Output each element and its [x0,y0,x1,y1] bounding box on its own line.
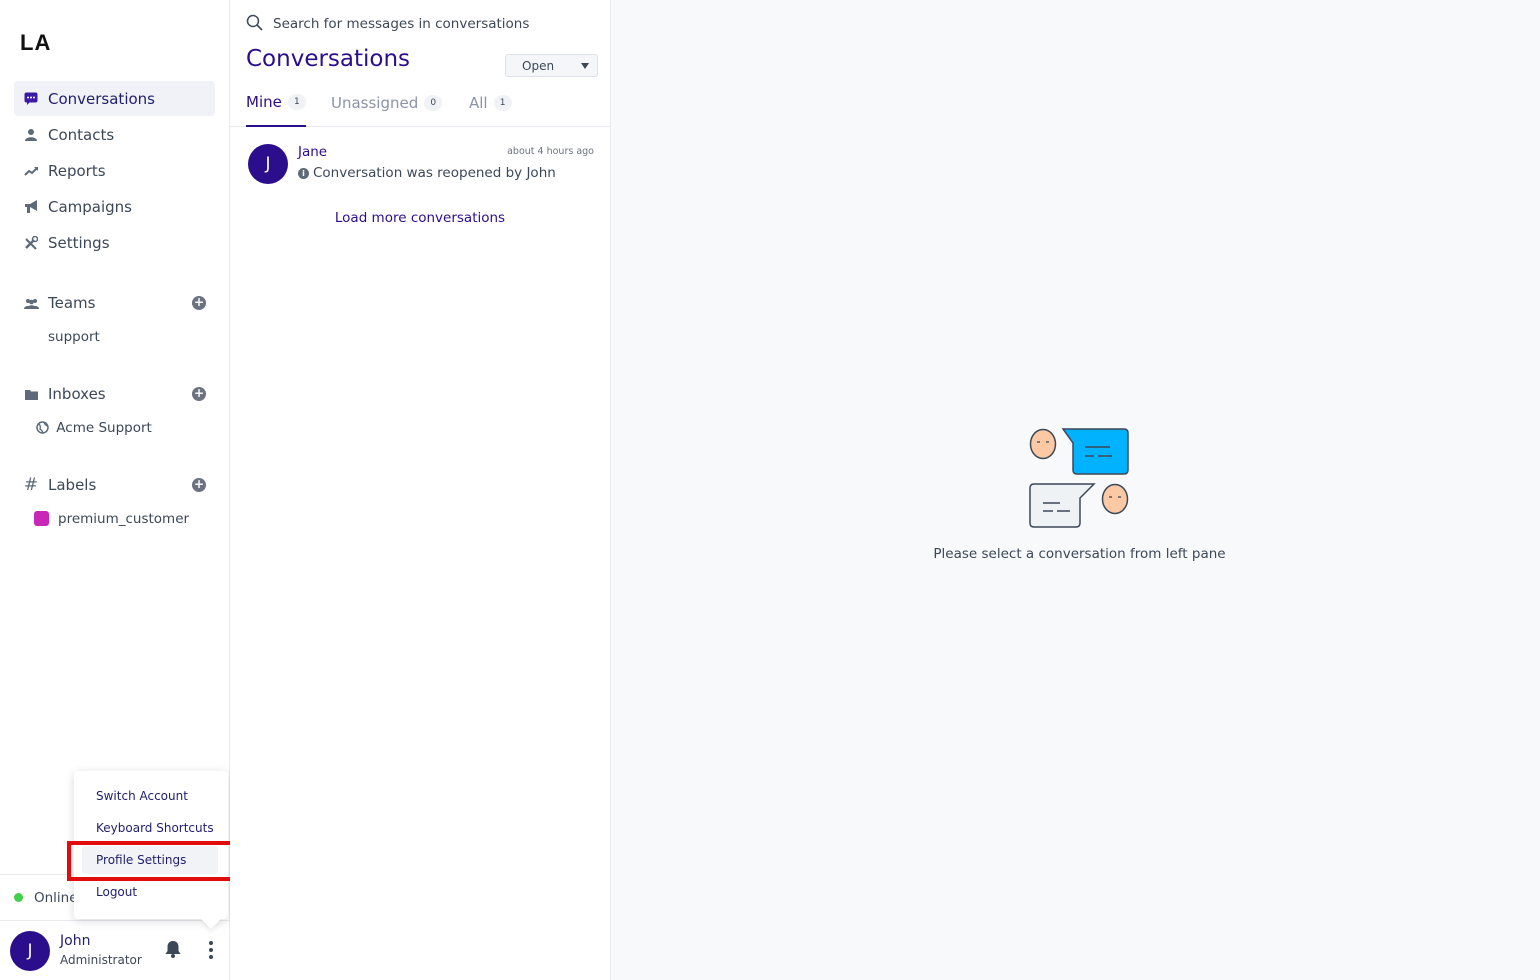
empty-state-message: Please select a conversation from left p… [933,546,1226,562]
tab-all[interactable]: All 1 [469,86,512,127]
person-icon [22,126,40,144]
tab-mine[interactable]: Mine 1 [246,86,306,127]
online-status-dot [14,893,23,902]
avatar[interactable]: J [10,931,50,971]
sidebar-item-campaigns[interactable]: Campaigns [14,189,215,224]
info-icon: i [298,167,309,179]
search-bar[interactable]: Search for messages in conversations [246,12,596,36]
sidebar-item-label-premium-customer[interactable]: premium_customer [34,511,189,527]
megaphone-icon [22,198,40,216]
sidebar-item-inbox-acme-support[interactable]: Acme Support [36,420,152,438]
inbox-label: Acme Support [56,420,152,436]
label-color-swatch [34,511,49,526]
sidebar-item-settings[interactable]: Settings [14,225,215,260]
inboxes-label: Inboxes [48,385,106,403]
conversation-preview: i Conversation was reopened by John [298,165,556,181]
conversation-preview-text: Conversation was reopened by John [313,165,556,181]
hash-icon: # [23,475,39,495]
conversation-main-panel: Please select a conversation from left p… [611,0,1540,980]
teams-section-header: Teams + [22,292,212,314]
menu-item-profile-settings[interactable]: Profile Settings [82,846,218,874]
menu-item-keyboard-shortcuts[interactable]: Keyboard Shortcuts [82,814,218,842]
page-title: Conversations [246,46,411,72]
chevron-down-icon [581,63,589,69]
tab-count-badge: 1 [287,93,306,110]
sidebar-item-contacts[interactable]: Contacts [14,117,215,152]
tools-icon [22,234,40,252]
conversation-tabs: Mine 1 Unassigned 0 All 1 [230,86,610,127]
sidebar-item-label: Conversations [48,89,155,108]
tab-count-badge: 0 [424,94,443,111]
availability-status-text: Online [34,889,78,906]
search-input[interactable]: Search for messages in conversations [273,16,529,32]
conversation-card[interactable]: J Jane about 4 hours ago i Conversation … [230,128,610,198]
labels-section-header: # Labels + [22,474,212,496]
menu-item-logout[interactable]: Logout [82,878,218,906]
bell-icon[interactable] [163,939,183,959]
team-icon [22,294,40,312]
app-logo[interactable]: LA [20,30,51,56]
sidebar-item-label: Campaigns [48,197,133,216]
sidebar-item-label: Contacts [48,125,115,144]
sidebar-item-team-support[interactable]: support [48,329,100,345]
tab-label: Unassigned [331,93,419,112]
search-icon [246,14,273,35]
sidebar-item-reports[interactable]: Reports [14,153,215,188]
contact-avatar: J [248,144,288,184]
labels-label: Labels [48,476,97,494]
sidebar-item-conversations[interactable]: Conversations [14,81,215,116]
menu-item-switch-account[interactable]: Switch Account [82,782,218,810]
folder-icon [22,385,40,403]
teams-label: Teams [48,294,96,312]
chat-icon [22,90,40,108]
conversation-illustration-icon [1028,427,1132,531]
sidebar-item-label: Settings [48,233,110,252]
more-options-icon[interactable] [204,939,218,961]
trend-icon [22,162,40,180]
profile-row: J John Administrator [0,920,229,980]
inboxes-section-header: Inboxes + [22,383,212,405]
add-inbox-icon[interactable]: + [192,387,206,401]
load-more-button[interactable]: Load more conversations [230,210,610,226]
status-filter-value: Open [522,58,555,73]
globe-icon [36,421,49,438]
add-team-icon[interactable]: + [192,296,206,310]
conversation-list-panel: Search for messages in conversations Con… [230,0,611,980]
tab-label: All [469,93,488,112]
tab-label: Mine [246,92,282,111]
profile-options-menu: Switch Account Keyboard Shortcuts Profil… [74,771,228,919]
label-name: premium_customer [58,511,190,527]
add-label-icon[interactable]: + [192,478,206,492]
sidebar-item-label: Reports [48,161,106,180]
conversation-timestamp: about 4 hours ago [507,146,594,157]
profile-name: John [60,933,91,949]
tab-unassigned[interactable]: Unassigned 0 [331,86,443,127]
tab-count-badge: 1 [493,94,512,111]
profile-role: Administrator [60,953,142,967]
status-filter-select[interactable]: Open [505,54,598,77]
contact-name: Jane [298,144,328,160]
